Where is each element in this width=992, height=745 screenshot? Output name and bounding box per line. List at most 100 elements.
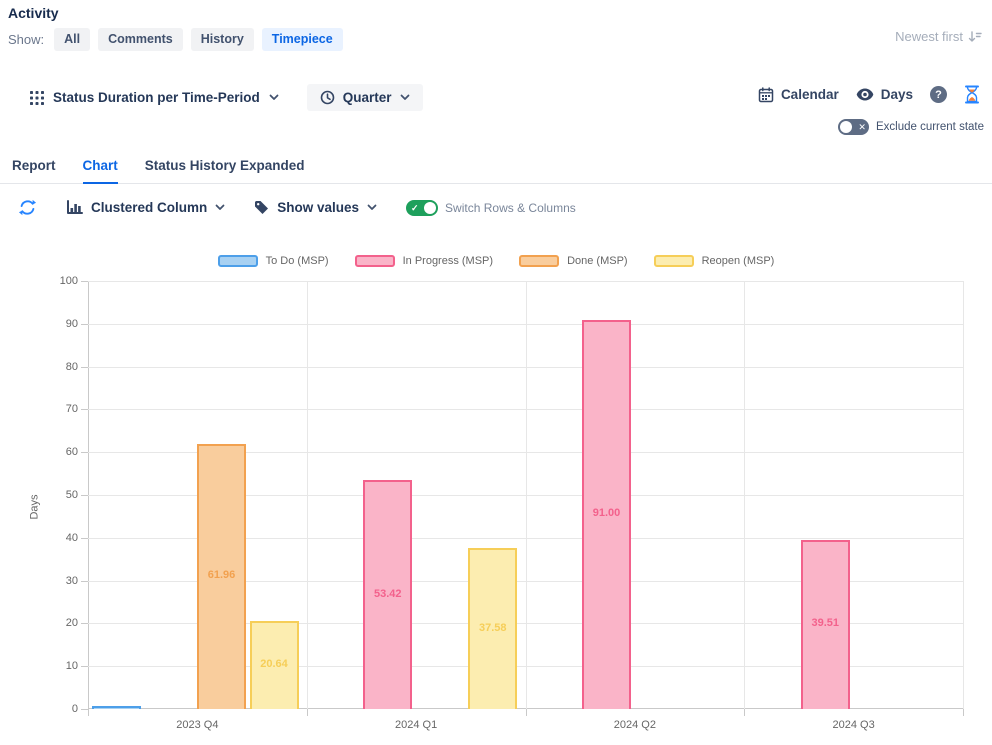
toolbar-right: Calendar Days ? [758, 85, 980, 104]
legend-swatch [654, 255, 694, 267]
filter-all-button[interactable]: All [54, 28, 90, 51]
y-axis-tick-label: 40 [20, 532, 78, 544]
y-axis-tick [81, 623, 88, 624]
x-axis-category-label: 2023 Q4 [127, 719, 267, 731]
tab-report[interactable]: Report [12, 158, 56, 184]
show-values-label: Show values [277, 200, 359, 215]
legend-label: Reopen (MSP) [702, 255, 775, 267]
help-button[interactable]: ? [930, 86, 947, 103]
show-values-selector[interactable]: Show values [254, 200, 377, 215]
x-axis-tick [307, 709, 308, 716]
y-axis-tick-label: 90 [20, 318, 78, 330]
bar[interactable] [92, 706, 141, 709]
refresh-icon[interactable] [18, 198, 37, 217]
legend-label: In Progress (MSP) [403, 255, 493, 267]
switch-rows-columns: ✓ Switch Rows & Columns [406, 200, 576, 216]
calendar-icon [758, 87, 774, 103]
y-axis-tick [81, 581, 88, 582]
tag-icon [254, 200, 269, 215]
page-title: Activity [8, 5, 59, 21]
legend-item[interactable]: Done (MSP) [519, 255, 628, 267]
y-axis-tick-label: 60 [20, 446, 78, 458]
gridline-vertical [963, 281, 964, 709]
x-axis-category-label: 2024 Q2 [565, 719, 705, 731]
period-selector-button[interactable]: Quarter [307, 84, 423, 111]
y-axis-tick-label: 50 [20, 489, 78, 501]
x-axis-tick [963, 709, 964, 716]
bar-value-label: 39.51 [795, 617, 855, 629]
y-axis-tick [81, 324, 88, 325]
y-axis-tick-label: 30 [20, 575, 78, 587]
legend-item[interactable]: In Progress (MSP) [355, 255, 493, 267]
y-axis-tick-label: 70 [20, 403, 78, 415]
legend-swatch [519, 255, 559, 267]
y-axis-tick [81, 367, 88, 368]
report-type-label: Status Duration per Time-Period [53, 90, 260, 105]
tab-chart[interactable]: Chart [83, 158, 118, 184]
report-type-selector[interactable]: Status Duration per Time-Period [30, 90, 279, 105]
x-axis-category-label: 2024 Q1 [346, 719, 486, 731]
sort-order-label: Newest first [895, 29, 963, 44]
legend-swatch [355, 255, 395, 267]
bar-value-label: 37.58 [463, 622, 523, 634]
chevron-down-icon [215, 204, 225, 211]
x-axis-tick [88, 709, 89, 716]
chart-legend: To Do (MSP) In Progress (MSP) Done (MSP) Re… [0, 255, 992, 267]
sort-order[interactable]: Newest first [895, 29, 982, 44]
bar-value-label: 20.64 [244, 658, 304, 670]
y-axis-tick [81, 495, 88, 496]
bar-value-label: 61.96 [192, 569, 252, 581]
filter-history-button[interactable]: History [191, 28, 254, 51]
y-axis-tick-label: 80 [20, 361, 78, 373]
show-label: Show: [8, 32, 44, 47]
chart-section: To Do (MSP) In Progress (MSP) Done (MSP) Re… [0, 253, 992, 745]
switch-rows-columns-label: Switch Rows & Columns [445, 201, 576, 215]
eye-icon [856, 88, 874, 101]
hourglass-icon[interactable] [964, 85, 980, 104]
gridline-vertical [307, 281, 308, 709]
y-axis-tick-label: 10 [20, 660, 78, 672]
sort-descending-icon [968, 30, 982, 44]
x-axis-category-label: 2024 Q3 [784, 719, 924, 731]
toggle-x-icon: ✕ [858, 120, 866, 134]
exclude-current-state-label: Exclude current state [876, 121, 984, 133]
toolbar: Status Duration per Time-Period Quarter [30, 84, 423, 111]
y-axis-tick-label: 20 [20, 617, 78, 629]
chevron-down-icon [400, 94, 410, 101]
unit-toggle-button[interactable]: Days [856, 87, 913, 102]
exclude-current-state-row: ✕ Exclude current state [838, 119, 984, 135]
legend-item[interactable]: Reopen (MSP) [654, 255, 775, 267]
toggle-knob [424, 202, 436, 214]
chevron-down-icon [269, 94, 279, 101]
column-chart-icon [66, 200, 83, 215]
chart-type-label: Clustered Column [91, 200, 207, 215]
chart-controls: Clustered Column Show values ✓ Switch Ro… [18, 198, 576, 217]
unit-label: Days [881, 87, 913, 102]
question-mark-icon: ? [935, 89, 942, 101]
gridline-vertical [744, 281, 745, 709]
bar-value-label: 91.00 [577, 507, 637, 519]
legend-item[interactable]: To Do (MSP) [218, 255, 329, 267]
gridline-vertical [526, 281, 527, 709]
y-axis-tick-label: 100 [20, 275, 78, 287]
toggle-knob [840, 121, 852, 133]
chart-type-selector[interactable]: Clustered Column [66, 200, 225, 215]
grid-icon [30, 91, 44, 105]
y-axis-tick-label: 0 [20, 703, 78, 715]
clock-icon [320, 90, 335, 105]
toggle-check-icon: ✓ [411, 201, 419, 215]
calendar-button[interactable]: Calendar [758, 87, 839, 103]
tab-status-history-expanded[interactable]: Status History Expanded [145, 158, 305, 184]
y-axis-tick [81, 538, 88, 539]
period-selector-label: Quarter [343, 90, 392, 105]
legend-swatch [218, 255, 258, 267]
x-axis-tick [744, 709, 745, 716]
legend-label: Done (MSP) [567, 255, 628, 267]
switch-rows-columns-toggle[interactable]: ✓ [406, 200, 438, 216]
filter-comments-button[interactable]: Comments [98, 28, 183, 51]
y-axis-tick [81, 281, 88, 282]
filter-timepiece-button[interactable]: Timepiece [262, 28, 343, 51]
legend-label: To Do (MSP) [266, 255, 329, 267]
exclude-current-state-toggle[interactable]: ✕ [838, 119, 869, 135]
y-axis-tick [81, 452, 88, 453]
